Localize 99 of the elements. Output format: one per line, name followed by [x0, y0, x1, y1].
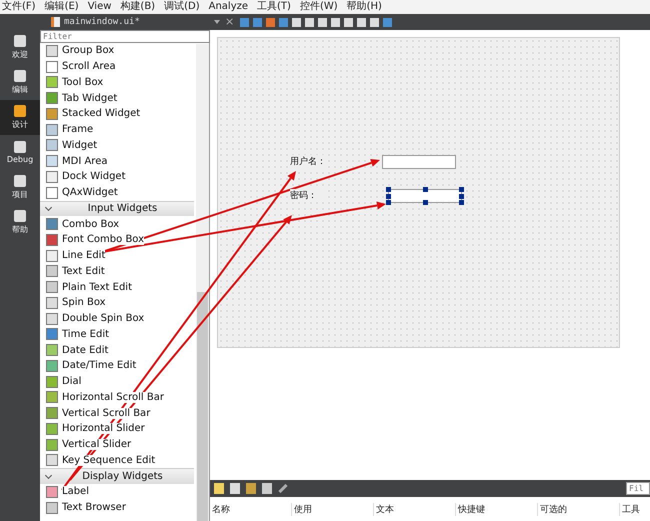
widget-item[interactable]: Tool Box [40, 74, 194, 90]
widget-icon [46, 186, 58, 199]
form-label: 用户名： [290, 155, 326, 168]
mode-button[interactable]: 编辑 [0, 65, 40, 100]
widget-item[interactable]: QAxWidget [40, 184, 194, 200]
widget-item[interactable]: Line Edit [40, 248, 194, 264]
category-header[interactable]: Input Widgets [40, 200, 194, 216]
mode-icon [14, 35, 26, 47]
widget-item[interactable]: Stacked Widget [40, 106, 194, 122]
mode-icon [14, 141, 26, 153]
widget-item[interactable]: MDI Area [40, 153, 194, 169]
widget-item[interactable]: Spin Box [40, 295, 194, 311]
widget-icon [46, 344, 58, 356]
column-header[interactable]: 使用 [292, 502, 374, 516]
widget-icon [46, 265, 58, 278]
widget-item[interactable]: Double Spin Box [40, 310, 194, 326]
mode-button[interactable]: 帮助 [0, 205, 40, 240]
widget-item[interactable]: Combo Box [40, 216, 194, 232]
line-edit-field[interactable] [388, 188, 462, 202]
widget-icon [46, 502, 58, 514]
widget-icon [46, 250, 58, 262]
widget-icon [46, 312, 58, 325]
menu-item[interactable]: 构建(B) [120, 0, 156, 14]
widget-icon [46, 218, 58, 230]
widget-icon [46, 422, 58, 435]
widget-item[interactable]: Dial [40, 374, 194, 390]
widget-item[interactable]: Vertical Slider [40, 436, 194, 452]
column-header[interactable]: 文本 [374, 502, 456, 516]
document-icon [51, 17, 60, 27]
widget-item[interactable]: Horizontal Scroll Bar [40, 390, 194, 406]
widget-item[interactable]: Scroll Area [40, 58, 194, 74]
mode-button[interactable]: 设计 [0, 100, 40, 135]
widget-icon [46, 44, 58, 57]
widget-item[interactable]: Tab Widget [40, 90, 194, 106]
widget-icon [46, 60, 58, 73]
widget-icon [46, 92, 58, 104]
widget-item[interactable]: Frame [40, 122, 194, 138]
menu-item[interactable]: 文件(F) [2, 0, 36, 14]
resize-handle[interactable] [423, 200, 428, 204]
resize-handle[interactable] [423, 186, 428, 192]
widget-icon [46, 360, 58, 372]
widget-icon [46, 391, 58, 404]
widget-item[interactable]: Label [40, 484, 194, 500]
scrollbar-thumb[interactable] [197, 292, 208, 521]
widget-item[interactable]: Dock Widget [40, 169, 194, 185]
widget-item[interactable]: Horizontal Slider [40, 421, 194, 437]
widget-item[interactable]: Date/Time Edit [40, 358, 194, 374]
widget-item[interactable]: Text Browser [40, 500, 194, 516]
menu-item[interactable]: 调试(D) [164, 0, 200, 14]
widget-icon [46, 108, 58, 120]
menu-item[interactable]: 编辑(E) [44, 0, 79, 14]
menu-item[interactable]: 工具(T) [257, 0, 291, 14]
file-tab[interactable]: mainwindow.ui* [47, 14, 207, 30]
widget-item[interactable]: Group Box [40, 43, 194, 59]
mode-icon [14, 210, 26, 222]
mode-button[interactable]: Debug [0, 135, 40, 170]
mode-icon [14, 105, 26, 117]
widget-item[interactable]: Text Edit [40, 264, 194, 280]
column-header[interactable]: 工具 [620, 502, 650, 516]
column-header[interactable]: 名称 [210, 502, 292, 516]
scrollbar[interactable] [196, 44, 209, 521]
menu-item[interactable]: 控件(W) [300, 0, 338, 14]
widget-icon [46, 296, 58, 309]
widget-item[interactable]: Plain Text Edit [40, 279, 194, 295]
category-header[interactable]: Display Widgets [40, 468, 194, 484]
widget-icon [46, 438, 58, 451]
widget-icon [46, 234, 58, 246]
mode-icon [14, 70, 26, 82]
filter-field[interactable]: Filter [40, 30, 210, 43]
widget-icon [46, 486, 58, 498]
widget-item[interactable]: Key Sequence Edit [40, 452, 194, 468]
close-button[interactable]: × [223, 15, 236, 29]
widget-item[interactable]: Date Edit [40, 342, 194, 358]
mode-button[interactable]: 欢迎 [0, 30, 40, 65]
form-label: 密码： [290, 189, 326, 202]
widget-icon [46, 328, 58, 340]
widget-icon [46, 170, 58, 183]
widget-icon [46, 76, 58, 88]
menu-item[interactable]: View [88, 0, 112, 14]
filter-field[interactable]: Fil [626, 482, 650, 495]
widget-item[interactable]: Time Edit [40, 326, 194, 342]
line-edit-field[interactable] [382, 154, 456, 168]
mode-icon [14, 175, 26, 187]
menu-item[interactable]: Analyze [208, 0, 248, 14]
widget-item[interactable]: Widget [40, 138, 194, 154]
widget-icon [46, 139, 58, 152]
widget-item[interactable]: Font Combo Box [40, 232, 194, 248]
column-header[interactable]: 快捷键 [456, 502, 538, 516]
widget-icon [46, 376, 58, 388]
column-header[interactable]: 可选的 [538, 502, 620, 516]
widget-icon [46, 155, 58, 168]
mode-button[interactable]: 项目 [0, 170, 40, 205]
menu-item[interactable]: 帮助(H) [346, 0, 382, 14]
widget-icon [46, 124, 58, 136]
dropdown-arrow-icon[interactable] [214, 20, 220, 24]
widget-icon [46, 454, 58, 466]
widget-icon [46, 281, 58, 294]
widget-item[interactable]: Vertical Scroll Bar [40, 405, 194, 421]
widget-icon [46, 407, 58, 420]
